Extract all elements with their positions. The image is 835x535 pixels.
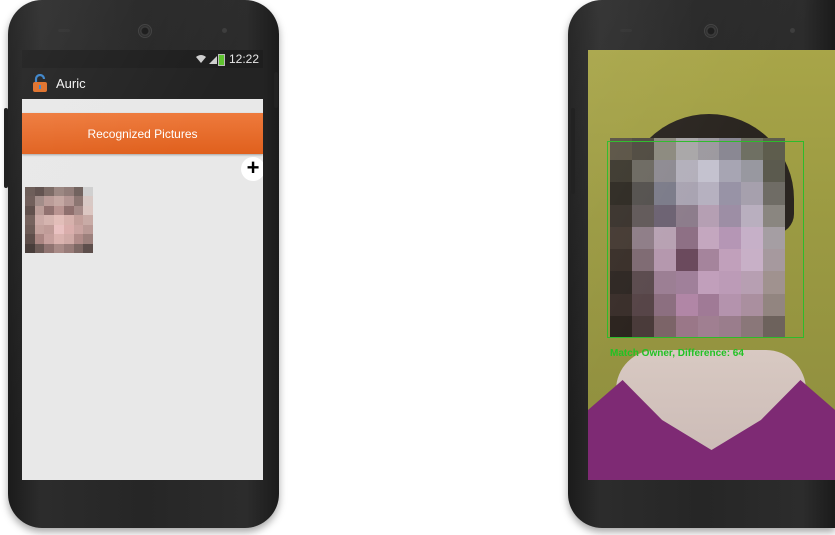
mosaic-pixel [54, 187, 64, 197]
mosaic-pixel [44, 224, 55, 235]
mosaic-pixel [54, 205, 64, 216]
mosaic-pixel [83, 243, 93, 253]
action-bar: Auric [22, 68, 263, 99]
mosaic-pixel [34, 205, 45, 216]
mosaic-pixel [73, 215, 84, 225]
app-title: Auric [56, 76, 86, 91]
mosaic-pixel [34, 187, 45, 197]
mosaic-pixel [25, 196, 35, 206]
left-screen: 12:22 Auric Recognized Pictures + [22, 50, 263, 480]
sensor-dot [222, 28, 227, 33]
right-phone: Match Owner, Difference: 64 [568, 0, 835, 528]
mosaic-pixel [34, 224, 45, 235]
mosaic-pixel [44, 215, 55, 225]
mosaic-pixel [25, 187, 35, 197]
mosaic-pixel [54, 234, 64, 244]
status-bar: 12:22 [22, 50, 263, 68]
plus-icon[interactable]: + [241, 157, 263, 181]
mosaic-pixel [34, 234, 45, 244]
mosaic-pixel [25, 215, 35, 225]
mosaic-pixel [44, 196, 55, 206]
mosaic-pixel [34, 196, 45, 206]
proximity-sensor [58, 29, 70, 32]
mosaic-pixel [83, 187, 93, 197]
mosaic-pixel [63, 224, 74, 235]
mosaic-pixel [34, 215, 45, 225]
volume-button [571, 108, 575, 194]
lock-icon [32, 73, 48, 92]
mosaic-pixel [63, 205, 74, 216]
left-phone: 12:22 Auric Recognized Pictures + [8, 0, 279, 528]
pixelated-face-image [25, 187, 93, 253]
power-button [274, 72, 278, 108]
recognized-pictures-button[interactable]: Recognized Pictures [22, 113, 263, 154]
mosaic-pixel [54, 196, 64, 206]
status-time: 12:22 [228, 52, 259, 66]
mosaic-pixel [54, 243, 64, 253]
match-owner-label: Match Owner, Difference: 64 [610, 348, 744, 359]
front-camera [704, 24, 718, 38]
mosaic-pixel [44, 205, 55, 216]
recognized-picture-thumbnail[interactable] [25, 187, 93, 253]
recognized-pictures-label: Recognized Pictures [87, 126, 198, 141]
volume-button [4, 108, 8, 188]
mosaic-pixel [73, 205, 84, 216]
mosaic-pixel [73, 243, 84, 253]
mosaic-pixel [63, 215, 74, 225]
face-detection-box [607, 141, 804, 338]
mosaic-pixel [63, 187, 74, 197]
mosaic-pixel [54, 224, 64, 235]
mosaic-pixel [25, 224, 35, 235]
mosaic-pixel [44, 243, 55, 253]
mosaic-pixel [83, 215, 93, 225]
mosaic-pixel [54, 215, 64, 225]
camera-preview: Match Owner, Difference: 64 [588, 50, 835, 480]
mosaic-pixel [83, 205, 93, 216]
mosaic-pixel [63, 196, 74, 206]
mosaic-pixel [63, 243, 74, 253]
mosaic-pixel [25, 243, 35, 253]
battery-icon [218, 54, 225, 66]
mosaic-pixel [25, 205, 35, 216]
mosaic-pixel [25, 234, 35, 244]
mosaic-pixel [83, 196, 93, 206]
proximity-sensor [620, 29, 632, 32]
mosaic-pixel [44, 234, 55, 244]
mosaic-pixel [63, 234, 74, 244]
mosaic-pixel [73, 234, 84, 244]
front-camera [138, 24, 152, 38]
mosaic-pixel [83, 224, 93, 235]
mosaic-pixel [44, 187, 55, 197]
mosaic-pixel [73, 224, 84, 235]
mosaic-pixel [83, 234, 93, 244]
mosaic-pixel [34, 243, 45, 253]
mosaic-pixel [73, 196, 84, 206]
mosaic-pixel [73, 187, 84, 197]
sensor-dot [790, 28, 795, 33]
